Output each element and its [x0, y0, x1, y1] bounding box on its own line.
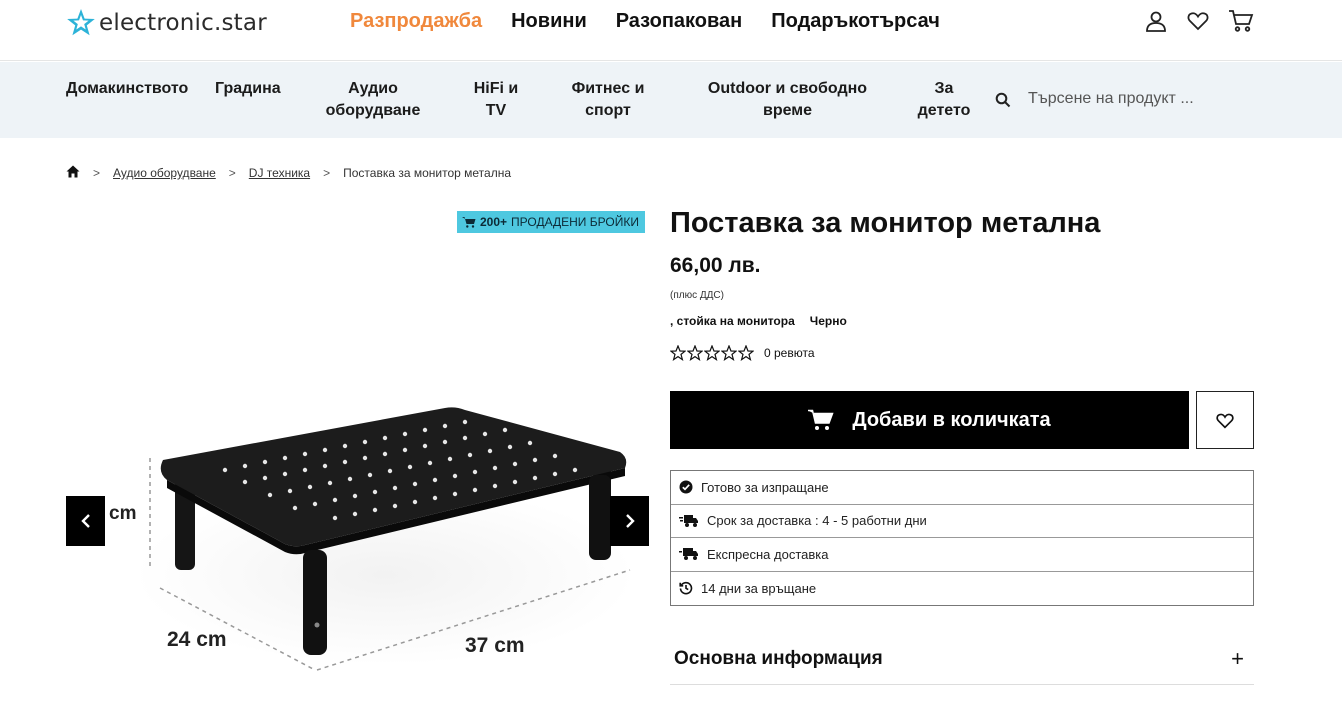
cart-icon — [808, 409, 834, 430]
category-household[interactable]: Домакинството — [66, 78, 188, 100]
star-outline-icon — [687, 345, 703, 361]
category-fitness[interactable]: Фитнес и спорт — [563, 78, 653, 122]
nav-gift-finder[interactable]: Подаръкотърсач — [771, 10, 940, 33]
heart-icon — [1216, 413, 1234, 429]
product-price: 66,00 лв. — [670, 254, 761, 277]
info-text: Готово за изпращане — [701, 479, 829, 495]
cart-icon[interactable] — [1228, 9, 1254, 33]
rating[interactable]: 0 ревюта — [670, 345, 815, 361]
depth-label: 24 cm — [167, 628, 227, 651]
top-header: electronic.star Разпродажба Новини Разоп… — [0, 0, 1342, 61]
chevron-right-icon: > — [93, 166, 101, 180]
product-image[interactable]: 24 cm 37 cm — [105, 340, 650, 701]
info-row-express: Експресна доставка — [671, 538, 1253, 572]
delivery-truck-icon — [679, 514, 698, 527]
logo[interactable]: electronic.star — [66, 8, 267, 38]
express-truck-icon — [679, 548, 698, 561]
category-bar: Домакинството Градина Аудио оборудване H… — [0, 62, 1342, 138]
category-outdoor[interactable]: Outdoor и свободно време — [700, 78, 875, 122]
chevron-right-icon: > — [228, 166, 236, 180]
attribute-color: Черно — [809, 314, 847, 328]
review-count[interactable]: 0 ревюта — [764, 346, 815, 360]
chevron-left-icon — [80, 514, 90, 528]
product-title: Поставка за монитор метална — [670, 207, 1101, 239]
star-outline-icon — [670, 345, 686, 361]
accordion-label: Основна информация — [674, 647, 883, 669]
add-to-cart-button[interactable]: Добави в количката — [670, 391, 1189, 449]
home-icon[interactable] — [66, 165, 80, 181]
top-nav: Разпродажба Новини Разопакован Подаръкот… — [350, 10, 940, 33]
category-kids[interactable]: За детето — [910, 78, 978, 122]
heart-icon[interactable] — [1186, 9, 1210, 33]
category-hifi-tv[interactable]: HiFi и TV — [466, 78, 526, 122]
badge-text: ПРОДАДЕНИ БРОЙКИ — [511, 215, 639, 229]
star-outline-icon — [738, 345, 754, 361]
info-row-ready: Готово за изпращане — [671, 471, 1253, 505]
nav-unpacked[interactable]: Разопакован — [616, 10, 743, 33]
info-text: Експресна доставка — [707, 546, 829, 562]
info-text: Срок за доставка : 4 - 5 работни дни — [707, 513, 927, 529]
info-row-returns: 14 дни за връщане — [671, 572, 1253, 606]
plus-icon[interactable]: + — [1231, 646, 1244, 672]
user-icon[interactable] — [1144, 9, 1168, 33]
gallery-next-button[interactable] — [610, 496, 649, 546]
star-outline-icon — [704, 345, 720, 361]
star-logo-icon — [67, 9, 95, 36]
shipping-info: Готово за изпращане Срок за доставка : 4… — [670, 470, 1254, 606]
info-text: 14 дни за връщане — [701, 580, 817, 596]
badge-count: 200+ — [480, 215, 508, 229]
category-audio[interactable]: Аудио оборудване — [318, 78, 428, 122]
star-outline-icon — [721, 345, 737, 361]
category-garden[interactable]: Градина — [215, 78, 281, 100]
search-input[interactable] — [1028, 84, 1278, 114]
basic-info-accordion[interactable]: Основна информация + — [670, 633, 1254, 685]
attribute-type: , стойка на монитора — [670, 314, 795, 328]
product-attributes: , стойка на монитора Черно — [670, 314, 847, 328]
wishlist-button[interactable] — [1196, 391, 1254, 449]
width-label: 37 cm — [465, 634, 525, 657]
header-icons — [1144, 9, 1254, 33]
chevron-right-icon: > — [323, 166, 331, 180]
nav-news[interactable]: Новини — [511, 10, 587, 33]
check-circle-icon — [679, 480, 693, 494]
return-clock-icon — [679, 582, 693, 595]
height-label: cm — [109, 503, 137, 524]
sold-count-badge: 200+ ПРОДАДЕНИ БРОЙКИ — [457, 211, 645, 233]
logo-text: electronic.star — [99, 10, 267, 36]
breadcrumb: > Аудио оборудване > DJ техника > Постав… — [66, 165, 511, 181]
nav-sale[interactable]: Разпродажба — [350, 10, 482, 33]
gallery-prev-button[interactable] — [66, 496, 105, 546]
breadcrumb-dj[interactable]: DJ техника — [249, 166, 310, 180]
info-row-delivery-time: Срок за доставка : 4 - 5 работни дни — [671, 505, 1253, 538]
breadcrumb-audio[interactable]: Аудио оборудване — [113, 166, 216, 180]
add-to-cart-label: Добави в количката — [852, 408, 1051, 431]
search-icon[interactable] — [995, 92, 1011, 113]
cart-icon — [462, 217, 476, 228]
breadcrumb-current: Поставка за монитор метална — [343, 166, 512, 180]
chevron-right-icon — [625, 514, 635, 528]
vat-note: (плюс ДДС) — [670, 290, 724, 301]
